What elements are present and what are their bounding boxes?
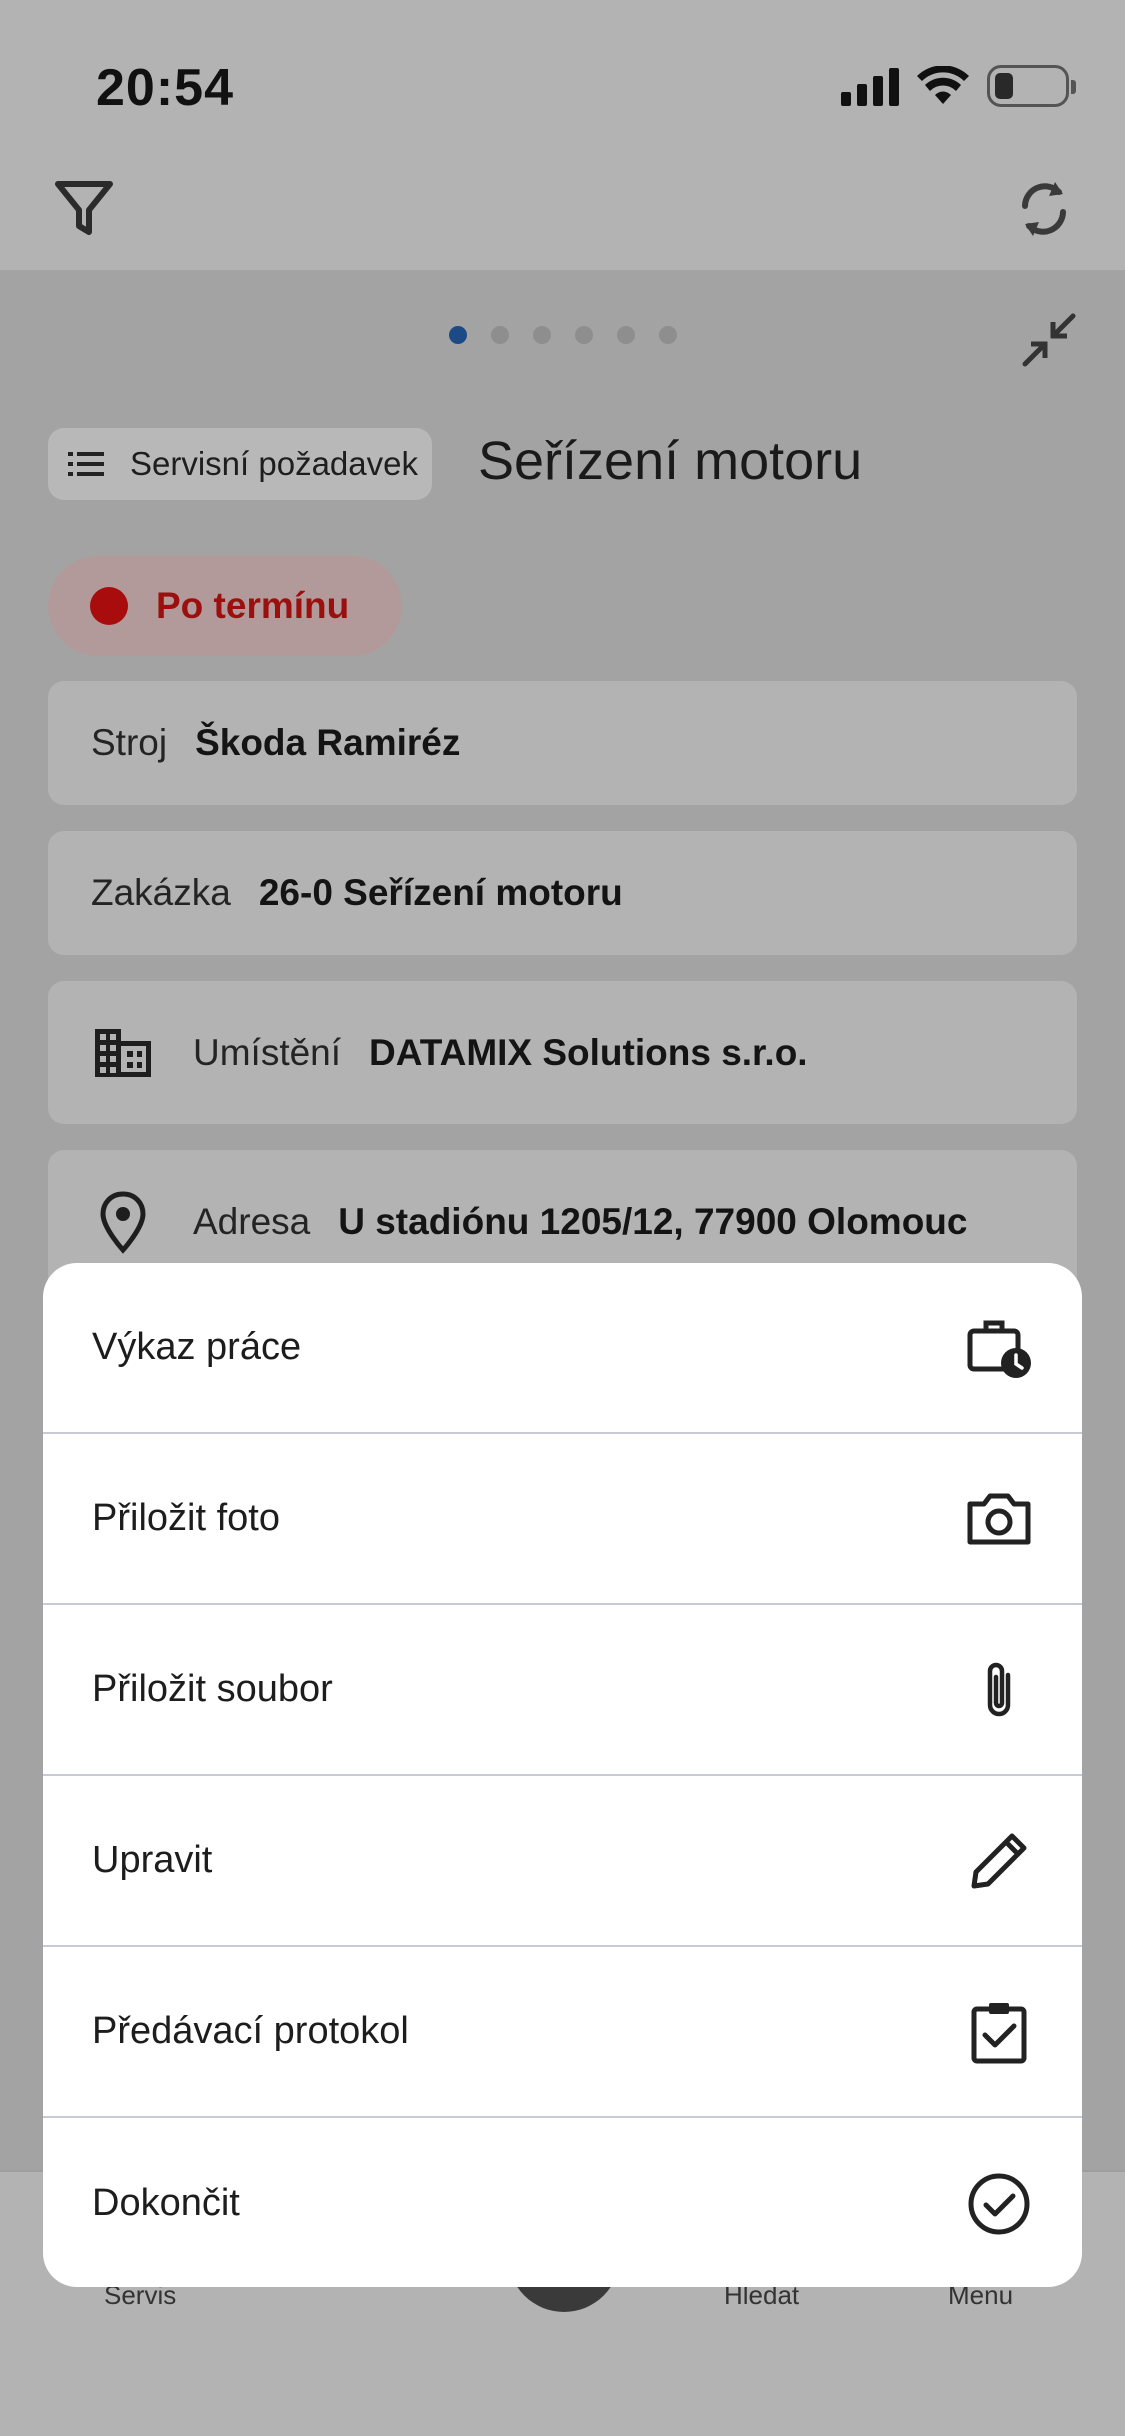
paperclip-icon [987,1662,1011,1716]
action-attach-photo[interactable]: Přiložit foto [43,1434,1082,1605]
location-pin-icon [100,1190,146,1254]
field-label: Umístění [193,1031,342,1073]
action-label: Upravit [92,1839,213,1881]
filter-button[interactable] [52,176,116,240]
action-sheet: Výkaz práce Přiložit foto Přiložit soubo… [43,1263,1082,2287]
field-location[interactable]: Umístění DATAMIX Solutions s.r.o. [48,981,1077,1124]
field-label: Adresa [193,1200,311,1242]
page-dot[interactable] [490,326,509,344]
pencil-icon [971,1833,1027,1888]
page-dot[interactable] [532,326,551,344]
building-icon [95,1028,151,1077]
field-machine[interactable]: Stroj Škoda Ramiréz [48,681,1077,805]
action-complete[interactable]: Dokončit [43,2118,1082,2287]
page-dot[interactable] [448,326,467,344]
action-edit[interactable]: Upravit [43,1776,1082,1947]
list-icon [68,452,104,476]
action-work-report[interactable]: Výkaz práce [43,1263,1082,1434]
status-dot [90,587,128,625]
wifi-icon [917,66,969,104]
sync-icon [1022,182,1066,236]
status-badge: Po termínu [48,556,402,656]
top-app-bar: 20:54 [0,0,1125,270]
field-value: DATAMIX Solutions s.r.o. [369,1031,808,1073]
page-dot[interactable] [616,326,635,344]
action-label: Přiložit foto [92,1497,280,1539]
field-value: U stadiónu 1205/12, 77900 Olomouc [338,1200,968,1242]
sync-button[interactable] [1011,176,1077,242]
field-value: 26-0 Seřízení motoru [258,872,623,913]
check-circle-icon [968,2173,1030,2234]
collapse-icon [1022,313,1076,367]
clipboard-check-icon [971,2002,1027,2063]
page-dot[interactable] [658,326,677,344]
action-label: Přiložit soubor [92,1668,333,1710]
action-label: Předávací protokol [92,2010,409,2052]
cellular-signal-icon [841,66,899,106]
page-indicator [0,326,1125,344]
status-label: Po termínu [156,585,350,626]
request-type-chip[interactable]: Servisní požadavek [48,428,432,500]
action-label: Výkaz práce [92,1326,302,1368]
action-handover-protocol[interactable]: Předávací protokol [43,1947,1082,2118]
field-label: Zakázka [91,872,231,913]
field-label: Stroj [91,722,168,763]
battery-icon [987,65,1076,107]
page-title: Seřízení motoru [478,431,863,491]
request-type-label: Servisní požadavek [130,445,418,482]
status-icons [841,62,1076,110]
action-label: Dokončit [92,2182,240,2224]
collapse-button[interactable] [1019,310,1079,370]
work-report-icon [967,1320,1031,1378]
action-attach-file[interactable]: Přiložit soubor [43,1605,1082,1776]
filter-icon [55,181,113,235]
field-value: Škoda Ramiréz [195,722,461,763]
status-time: 20:54 [96,59,234,117]
field-order[interactable]: Zakázka 26-0 Seřízení motoru [48,831,1077,955]
page-dot[interactable] [574,326,593,344]
camera-icon [967,1493,1031,1544]
